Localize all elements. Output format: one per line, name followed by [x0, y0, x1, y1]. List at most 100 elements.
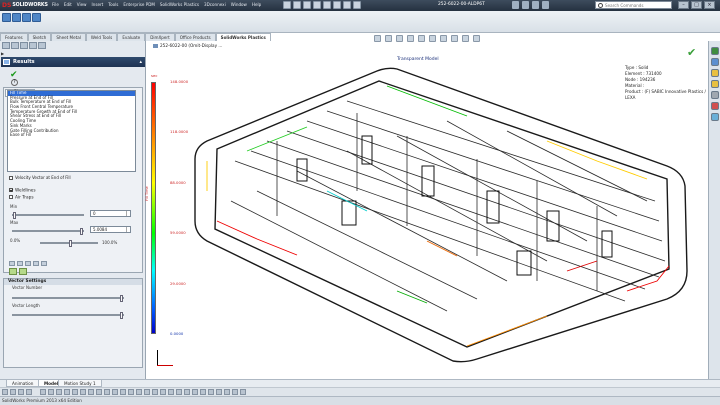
tool-c-icon[interactable] — [56, 389, 62, 395]
vector-number-slider[interactable] — [12, 295, 124, 302]
first-icon[interactable] — [2, 389, 8, 395]
vector-number-thumb[interactable] — [120, 295, 123, 302]
bottom-tab-animation[interactable]: Animation — [6, 380, 40, 387]
velocity-checkbox[interactable] — [9, 176, 13, 180]
view-palette-icon[interactable] — [711, 91, 719, 99]
min-slider[interactable] — [12, 212, 84, 219]
pin-icon[interactable] — [522, 1, 529, 9]
tool-w-icon[interactable] — [216, 389, 222, 395]
max-spinner[interactable] — [126, 227, 130, 232]
tool-b-icon[interactable] — [48, 389, 54, 395]
tool-z-icon[interactable] — [240, 389, 246, 395]
max-slider[interactable] — [12, 228, 84, 235]
weldlines-option[interactable]: Weldlines — [9, 188, 36, 194]
tab-features[interactable]: Features — [0, 33, 28, 41]
tool-s-icon[interactable] — [184, 389, 190, 395]
velocity-vector-option[interactable]: Velocity Vector at End of Fill — [9, 175, 79, 180]
close-button[interactable]: × — [704, 1, 715, 9]
dimxpert-icon[interactable] — [29, 42, 37, 49]
new-document-icon[interactable] — [283, 1, 291, 9]
tab-evaluate[interactable]: Evaluate — [117, 33, 146, 41]
design-library-icon[interactable] — [711, 58, 719, 66]
air-traps-option[interactable]: Air Traps — [9, 195, 34, 201]
rebuild-icon[interactable] — [343, 1, 351, 9]
graphics-area[interactable]: 252-6022-00 (Omit-Display ... Transparen… — [145, 35, 708, 379]
tool-l-icon[interactable] — [128, 389, 134, 395]
export-report-icon[interactable] — [19, 268, 27, 275]
appearances-icon[interactable] — [711, 102, 719, 110]
file-explorer-icon[interactable] — [711, 69, 719, 77]
next-icon[interactable] — [18, 389, 24, 395]
tool-i-icon[interactable] — [104, 389, 110, 395]
tool-q-icon[interactable] — [168, 389, 174, 395]
probe-icon[interactable] — [17, 261, 23, 266]
tool-o-icon[interactable] — [152, 389, 158, 395]
tool-j-icon[interactable] — [112, 389, 118, 395]
save-icon[interactable] — [303, 1, 311, 9]
min-spinner[interactable] — [126, 211, 130, 216]
mesh-icon[interactable] — [12, 13, 21, 22]
menu-item-enterprise-pdm[interactable]: Enterprise PDM — [123, 2, 155, 7]
feature-manager-icon[interactable] — [2, 42, 10, 49]
export-image-icon[interactable] — [9, 268, 17, 275]
menu-item-insert[interactable]: Insert — [92, 2, 104, 7]
tool-n-icon[interactable] — [144, 389, 150, 395]
air-traps-checkbox[interactable] — [9, 195, 13, 199]
select-icon[interactable] — [333, 1, 341, 9]
collapse-icon[interactable]: ▴ — [139, 57, 142, 67]
open-icon[interactable] — [293, 1, 301, 9]
result-item[interactable]: Ease of Fill — [8, 132, 135, 138]
menu-item-file[interactable]: File — [52, 2, 59, 7]
max-slider-thumb[interactable] — [80, 228, 83, 235]
tool-y-icon[interactable] — [232, 389, 238, 395]
menu-item-help[interactable]: Help — [252, 2, 261, 7]
options-icon[interactable] — [353, 1, 361, 9]
tab-solidworks-plastics[interactable]: SolidWorks Plastics — [215, 33, 271, 41]
menu-item-window[interactable]: Window — [231, 2, 247, 7]
tool-d-icon[interactable] — [64, 389, 70, 395]
results-list[interactable]: Fill Time Pressure at End of Fill Bulk Tem… — [7, 90, 136, 172]
solidworks-logo[interactable]: DS SOLIDWORKS — [2, 1, 48, 10]
maximize-button[interactable]: □ — [691, 1, 702, 9]
tab-sheet-metal[interactable]: Sheet Metal — [51, 33, 86, 41]
bottom-tab-motion-study-1[interactable]: Motion Study 1 — [58, 380, 102, 387]
tab-office-products[interactable]: Office Products — [174, 33, 216, 41]
tool-u-icon[interactable] — [200, 389, 206, 395]
help-icon[interactable]: ? — [11, 79, 18, 86]
resources-icon[interactable] — [711, 47, 719, 55]
tool-a-icon[interactable] — [40, 389, 46, 395]
plastics-manager-icon[interactable] — [38, 42, 46, 49]
user-icon[interactable] — [542, 1, 549, 9]
tool-g-icon[interactable] — [88, 389, 94, 395]
zoom-fit-icon[interactable] — [9, 261, 15, 266]
tool-x-icon[interactable] — [224, 389, 230, 395]
custom-properties-icon[interactable] — [711, 113, 719, 121]
material-icon[interactable] — [22, 13, 31, 22]
vector-length-slider[interactable] — [12, 312, 124, 319]
menu-item-view[interactable]: View — [77, 2, 87, 7]
run-analysis-icon[interactable] — [2, 13, 11, 22]
tab-sketch[interactable]: Sketch — [27, 33, 52, 41]
vector-length-thumb[interactable] — [120, 312, 123, 319]
tool-h-icon[interactable] — [96, 389, 102, 395]
tool-t-icon[interactable] — [192, 389, 198, 395]
help-icon[interactable] — [512, 1, 519, 9]
minimize-button[interactable]: – — [678, 1, 689, 9]
max-value-field[interactable]: 5.0084 — [90, 226, 131, 233]
window-arrange-icon[interactable] — [532, 1, 539, 9]
range-slider-thumb[interactable] — [69, 240, 72, 247]
animate-icon[interactable] — [33, 261, 39, 266]
tool-e-icon[interactable] — [72, 389, 78, 395]
last-icon[interactable] — [26, 389, 32, 395]
menu-item-tools[interactable]: Tools — [108, 2, 118, 7]
range-slider[interactable] — [40, 240, 98, 247]
part-model-render[interactable] — [147, 41, 708, 379]
tool-p-icon[interactable] — [160, 389, 166, 395]
results-icon[interactable] — [32, 13, 41, 22]
search-commands-input[interactable]: Search Commands — [595, 1, 672, 9]
tool-r-icon[interactable] — [176, 389, 182, 395]
tool-k-icon[interactable] — [120, 389, 126, 395]
property-manager-icon[interactable] — [11, 42, 19, 49]
search-files-icon[interactable] — [711, 80, 719, 88]
tab-dimxpert[interactable]: DimXpert — [145, 33, 175, 41]
